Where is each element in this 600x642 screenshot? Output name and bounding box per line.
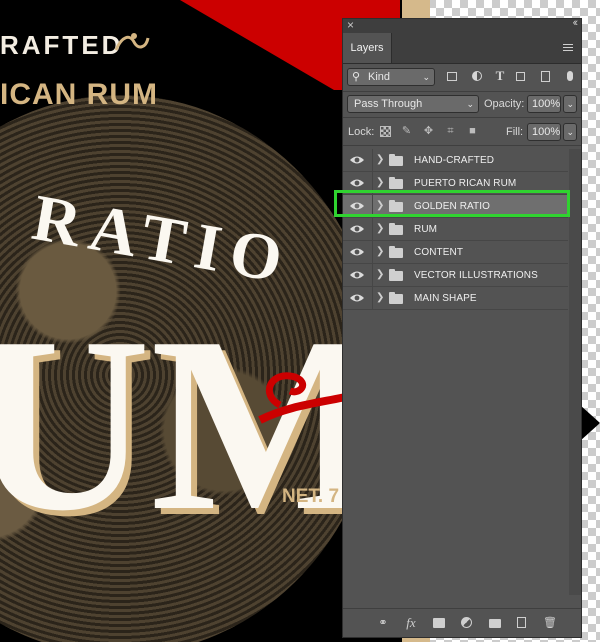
visibility-eye-icon[interactable]: [349, 155, 365, 165]
chevron-right-icon[interactable]: ❯: [376, 153, 384, 167]
trash-icon[interactable]: 🗑: [543, 617, 557, 629]
visibility-eye-icon[interactable]: [349, 201, 365, 211]
fill-label: Fill:: [506, 126, 524, 138]
artwork-text-crafted: RAFTED: [0, 30, 124, 60]
opacity-label: Opacity:: [484, 98, 525, 110]
visibility-eye-icon[interactable]: [349, 178, 365, 188]
chevron-down-icon: ⌄: [466, 99, 474, 109]
chevron-down-icon: ⌄: [566, 127, 574, 137]
folder-icon: [389, 292, 403, 304]
layer-row-main-shape[interactable]: ❯ MAIN SHAPE: [343, 287, 568, 310]
lock-label: Lock:: [348, 126, 375, 138]
adjustment-icon[interactable]: [461, 617, 472, 628]
artwork-arrow-shape: [580, 405, 600, 441]
filter-shape-layers-icon[interactable]: [516, 72, 525, 81]
artwork-text-rican-rum: ICAN RUM: [0, 78, 158, 111]
link-icon[interactable]: ⚭: [377, 617, 389, 629]
panel-footer: ⚭ fx 🗑: [343, 608, 581, 637]
fill-input[interactable]: 100%: [527, 123, 561, 141]
panel-menu-icon[interactable]: [563, 44, 573, 52]
folder-icon: [389, 269, 403, 281]
divider: [372, 195, 373, 218]
chevron-down-icon: ⌄: [566, 99, 574, 109]
divider: [343, 117, 581, 118]
opacity-input[interactable]: 100%: [527, 95, 561, 113]
layer-name: RUM: [414, 224, 438, 235]
folder-icon: [389, 246, 403, 258]
layer-name: GOLDEN RATIO: [414, 201, 491, 212]
mask-icon[interactable]: [433, 618, 445, 628]
search-icon: ⚲: [352, 71, 361, 83]
visibility-eye-icon[interactable]: [349, 270, 365, 280]
filter-pixel-layers-icon[interactable]: [447, 72, 457, 81]
blend-row: Pass Through ⌄ Opacity: 100% ⌄: [343, 93, 581, 115]
artwork-ornament-icon: [114, 33, 150, 51]
lock-row: Lock: ✎ ✥ ⌗ ■ Fill: 100% ⌄: [343, 121, 581, 143]
layer-name: MAIN SHAPE: [414, 293, 477, 304]
filter-kind-select[interactable]: ⚲ Kind ⌄: [347, 68, 435, 86]
layer-row-puerto-rican-rum[interactable]: ❯ PUERTO RICAN RUM: [343, 172, 568, 195]
folder-icon[interactable]: [489, 619, 501, 628]
filter-type-layers-icon[interactable]: T: [494, 69, 506, 82]
chevron-down-icon: ⌄: [422, 72, 430, 82]
lock-position-icon[interactable]: ✥: [423, 126, 434, 137]
divider: [343, 91, 581, 92]
layer-name: PUERTO RICAN RUM: [414, 178, 517, 189]
chevron-right-icon[interactable]: ❯: [376, 245, 384, 259]
chevron-right-icon[interactable]: ❯: [376, 176, 384, 190]
folder-icon: [389, 154, 403, 166]
blend-mode-value: Pass Through: [354, 98, 423, 110]
fill-dropdown[interactable]: ⌄: [563, 123, 577, 141]
blend-mode-select[interactable]: Pass Through ⌄: [347, 95, 479, 113]
lock-transparent-pixels-icon[interactable]: [380, 126, 391, 137]
fx-icon[interactable]: fx: [405, 616, 417, 629]
layer-row-hand-crafted[interactable]: ❯ HAND-CRAFTED: [343, 149, 568, 172]
lock-all-icon[interactable]: ■: [467, 126, 478, 137]
divider: [343, 145, 581, 146]
layer-row-vector-illustrations[interactable]: ❯ VECTOR ILLUSTRATIONS: [343, 264, 568, 287]
visibility-eye-icon[interactable]: [349, 293, 365, 303]
chevron-right-icon[interactable]: ❯: [376, 199, 384, 213]
visibility-eye-icon[interactable]: [349, 224, 365, 234]
layers-list: ❯ HAND-CRAFTED ❯ PUERTO RICAN RUM ❯ GOLD…: [343, 149, 568, 310]
filter-toggle-icon[interactable]: [567, 71, 573, 81]
artwork-text-net: NET. 7: [282, 486, 340, 507]
chevron-right-icon[interactable]: ❯: [376, 222, 384, 236]
layer-row-golden-ratio[interactable]: ❯ GOLDEN RATIO: [343, 195, 568, 218]
filter-smart-objects-icon[interactable]: [541, 71, 550, 82]
filter-kind-label: Kind: [368, 71, 391, 83]
panel-tab-bar: Layers: [343, 33, 581, 64]
layer-name: CONTENT: [414, 247, 464, 258]
lock-artboard-icon[interactable]: ⌗: [445, 126, 456, 137]
panel-titlebar: × ‹‹: [343, 17, 581, 33]
layer-row-content[interactable]: ❯ CONTENT: [343, 241, 568, 264]
divider: [372, 149, 373, 172]
folder-icon: [389, 200, 403, 212]
layer-row-rum[interactable]: ❯ RUM: [343, 218, 568, 241]
collapse-icon[interactable]: ‹‹: [573, 17, 579, 29]
divider: [372, 218, 373, 241]
filter-adjustment-layers-icon[interactable]: [471, 70, 483, 82]
close-icon[interactable]: ×: [347, 18, 354, 32]
layers-scrollbar[interactable]: [569, 149, 581, 595]
visibility-eye-icon[interactable]: [349, 247, 365, 257]
chevron-right-icon[interactable]: ❯: [376, 268, 384, 282]
lock-image-pixels-icon[interactable]: ✎: [401, 126, 412, 137]
new-layer-icon[interactable]: [517, 617, 526, 628]
tab-layers[interactable]: Layers: [343, 33, 392, 63]
folder-icon: [389, 177, 403, 189]
divider: [372, 287, 373, 310]
layer-name: VECTOR ILLUSTRATIONS: [414, 270, 538, 281]
divider: [372, 172, 373, 195]
chevron-right-icon[interactable]: ❯: [376, 291, 384, 305]
folder-icon: [389, 223, 403, 235]
opacity-dropdown[interactable]: ⌄: [563, 95, 577, 113]
layer-name: HAND-CRAFTED: [414, 155, 495, 166]
divider: [372, 241, 373, 264]
layers-panel: × ‹‹ Layers ⚲ Kind ⌄ T Pass Through ⌄ Op…: [342, 17, 582, 638]
layer-filter-row: ⚲ Kind ⌄ T: [343, 65, 581, 89]
divider: [372, 264, 373, 287]
